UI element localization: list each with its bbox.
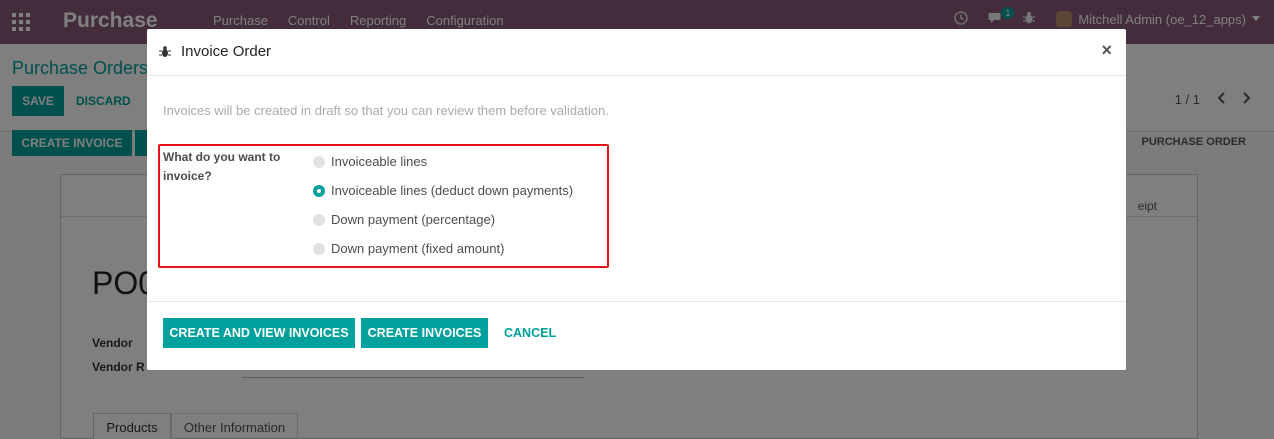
- radio-option[interactable]: Invoiceable lines (deduct down payments): [313, 176, 573, 205]
- close-icon[interactable]: ×: [1101, 40, 1112, 61]
- dialog-footer: CREATE AND VIEW INVOICES CREATE INVOICES…: [147, 301, 1126, 370]
- dialog-header: Invoice Order ×: [147, 29, 1126, 76]
- radio-option[interactable]: Down payment (percentage): [313, 205, 573, 234]
- dialog-title: Invoice Order: [181, 43, 272, 60]
- radio-option[interactable]: Invoiceable lines: [313, 147, 573, 176]
- radio-button-selected[interactable]: [313, 184, 325, 197]
- invoice-question-label: What do you want to invoice?: [163, 150, 281, 183]
- cancel-button[interactable]: CANCEL: [504, 318, 556, 348]
- radio-button[interactable]: [313, 242, 325, 255]
- invoice-order-dialog: Invoice Order × Invoices will be created…: [147, 29, 1126, 370]
- radio-option-label[interactable]: Down payment (fixed amount): [331, 241, 504, 256]
- radio-button[interactable]: [313, 155, 325, 168]
- radio-button[interactable]: [313, 213, 325, 226]
- invoice-method-radio-group: Invoiceable lines Invoiceable lines (ded…: [313, 147, 573, 263]
- bug-icon: [159, 45, 171, 58]
- radio-option[interactable]: Down payment (fixed amount): [313, 234, 573, 263]
- create-invoices-button[interactable]: CREATE INVOICES: [361, 318, 488, 348]
- radio-option-label[interactable]: Invoiceable lines: [331, 154, 427, 169]
- radio-option-label[interactable]: Invoiceable lines (deduct down payments): [331, 183, 573, 198]
- dialog-description: Invoices will be created in draft so tha…: [163, 103, 609, 118]
- create-and-view-invoices-button[interactable]: CREATE AND VIEW INVOICES: [163, 318, 355, 348]
- radio-option-label[interactable]: Down payment (percentage): [331, 212, 495, 227]
